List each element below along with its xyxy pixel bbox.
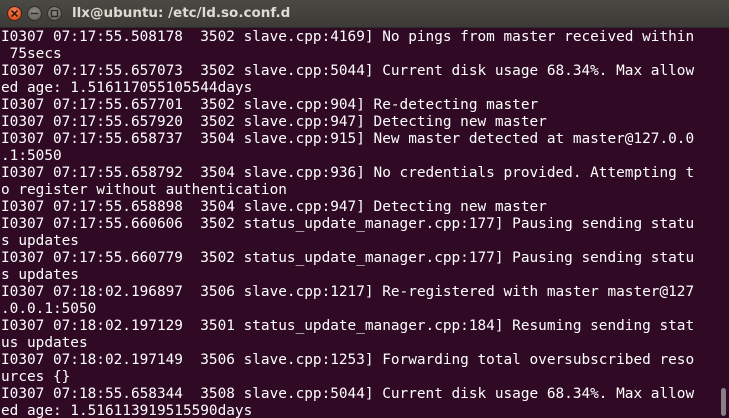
scrollbar-thumb[interactable] bbox=[721, 388, 726, 416]
scrollbar[interactable] bbox=[716, 28, 729, 418]
terminal-window: llx@ubuntu: /etc/ld.so.conf.d I0307 07:1… bbox=[0, 0, 729, 418]
terminal-line: ed age: 1.516113919515590days bbox=[1, 403, 253, 418]
minimize-icon bbox=[30, 12, 39, 15]
terminal-line: s updates bbox=[1, 233, 79, 249]
close-icon bbox=[11, 10, 18, 17]
terminal-line: I0307 07:17:55.660606 3502 status_update… bbox=[1, 216, 695, 232]
maximize-button[interactable] bbox=[47, 6, 62, 21]
terminal-line: I0307 07:18:02.197129 3501 status_update… bbox=[1, 318, 695, 334]
terminal-line: urces {} bbox=[1, 369, 71, 385]
minimize-button[interactable] bbox=[27, 6, 42, 21]
terminal-line: I0307 07:17:55.658898 3504 slave.cpp:947… bbox=[1, 199, 547, 215]
terminal-line: .1:5050 bbox=[1, 148, 62, 164]
terminal-line: I0307 07:17:55.657701 3502 slave.cpp:904… bbox=[1, 97, 539, 113]
terminal-line: I0307 07:17:55.658792 3504 slave.cpp:936… bbox=[1, 165, 695, 181]
terminal-line: I0307 07:17:55.657073 3502 slave.cpp:504… bbox=[1, 63, 695, 79]
terminal-line: I0307 07:17:55.508178 3502 slave.cpp:416… bbox=[1, 29, 695, 45]
terminal-line: I0307 07:17:55.660779 3502 status_update… bbox=[1, 250, 695, 266]
terminal-line: 75secs bbox=[1, 46, 62, 62]
terminal-line: I0307 07:18:02.196897 3506 slave.cpp:121… bbox=[1, 284, 695, 300]
maximize-icon bbox=[50, 9, 59, 18]
close-button[interactable] bbox=[7, 6, 22, 21]
terminal-line: I0307 07:18:02.197149 3506 slave.cpp:125… bbox=[1, 352, 695, 368]
terminal-line: s updates bbox=[1, 267, 79, 283]
window-title: llx@ubuntu: /etc/ld.so.conf.d bbox=[72, 5, 291, 21]
terminal-line: .0.0.1:5050 bbox=[1, 301, 97, 317]
terminal-line: o register without authentication bbox=[1, 182, 287, 198]
terminal-line: I0307 07:17:55.658737 3504 slave.cpp:915… bbox=[1, 131, 695, 147]
title-bar[interactable]: llx@ubuntu: /etc/ld.so.conf.d bbox=[0, 0, 729, 28]
terminal-line: I0307 07:17:55.657920 3502 slave.cpp:947… bbox=[1, 114, 547, 130]
terminal-line: ed age: 1.516117055105544days bbox=[1, 80, 253, 96]
terminal-line: us updates bbox=[1, 335, 88, 351]
terminal-line: I0307 07:18:55.658344 3508 slave.cpp:504… bbox=[1, 386, 695, 402]
terminal-output[interactable]: I0307 07:17:55.508178 3502 slave.cpp:416… bbox=[0, 28, 716, 418]
